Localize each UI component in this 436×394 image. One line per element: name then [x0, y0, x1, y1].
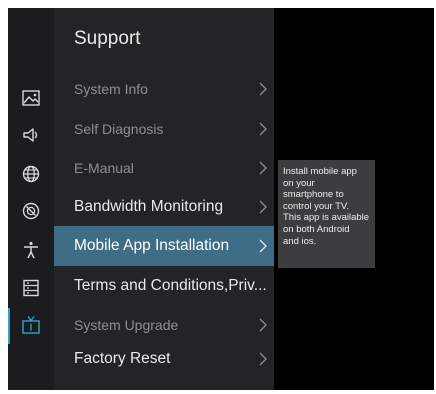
tooltip-line: on both Android: [283, 223, 350, 235]
chevron-right-icon: [259, 352, 267, 366]
menu-item-label: Self Diagnosis: [74, 121, 164, 137]
sound-icon[interactable]: [21, 125, 41, 145]
tooltip-line: smartphone to: [283, 189, 344, 201]
menu-item-e-manual[interactable]: E-Manual: [54, 148, 274, 188]
list-icon[interactable]: [21, 278, 41, 298]
tooltip-line: This app is available: [283, 212, 370, 224]
menu-item-factory-reset[interactable]: Factory Reset: [54, 339, 274, 379]
chevron-right-icon: [259, 161, 267, 175]
menu-item-terms-and-conditions[interactable]: Terms and Conditions,Priv...: [54, 266, 274, 306]
menu-item-label: Terms and Conditions,Priv...: [74, 277, 267, 294]
menu-item-self-diagnosis[interactable]: Self Diagnosis: [54, 109, 274, 149]
menu-item-label: Mobile App Installation: [74, 237, 230, 254]
chevron-right-icon: [259, 82, 267, 96]
menu-item-label: Bandwidth Monitoring: [74, 198, 224, 215]
tv-settings-screen: Support System Info Self Diagnosis E-Man…: [8, 8, 434, 390]
tooltip-line: control your TV.: [283, 200, 350, 212]
chevron-right-icon: [259, 239, 267, 253]
tooltip-text: Install mobile app on your smartphone to…: [283, 166, 373, 247]
menu-item-label: System Upgrade: [74, 317, 179, 333]
menu-title: Support: [74, 28, 141, 49]
menu-item-mobile-app-installation[interactable]: Mobile App Installation: [54, 226, 274, 266]
help-tooltip: Install mobile app on your smartphone to…: [278, 160, 375, 268]
accessibility-icon[interactable]: [21, 240, 41, 260]
chevron-right-icon: [259, 318, 267, 332]
menu-item-label: System Info: [74, 81, 148, 97]
menu-item-label: E-Manual: [74, 160, 134, 176]
network-globe-icon[interactable]: [21, 164, 41, 184]
chevron-right-icon: [259, 122, 267, 136]
general-settings-icon[interactable]: [21, 201, 41, 221]
support-menu-panel: Support System Info Self Diagnosis E-Man…: [54, 8, 274, 390]
category-rail: [8, 8, 54, 390]
tooltip-line: and ios.: [283, 235, 317, 247]
picture-icon[interactable]: [21, 88, 41, 108]
tooltip-line: on your: [283, 177, 315, 189]
chevron-right-icon: [259, 200, 267, 214]
menu-item-system-info[interactable]: System Info: [54, 69, 274, 109]
support-tv-icon[interactable]: [21, 315, 41, 335]
tooltip-line: Install mobile app: [283, 166, 357, 177]
active-category-indicator: [8, 308, 10, 344]
menu-item-label: Factory Reset: [74, 350, 171, 367]
menu-item-bandwidth-monitoring[interactable]: Bandwidth Monitoring: [54, 187, 274, 227]
